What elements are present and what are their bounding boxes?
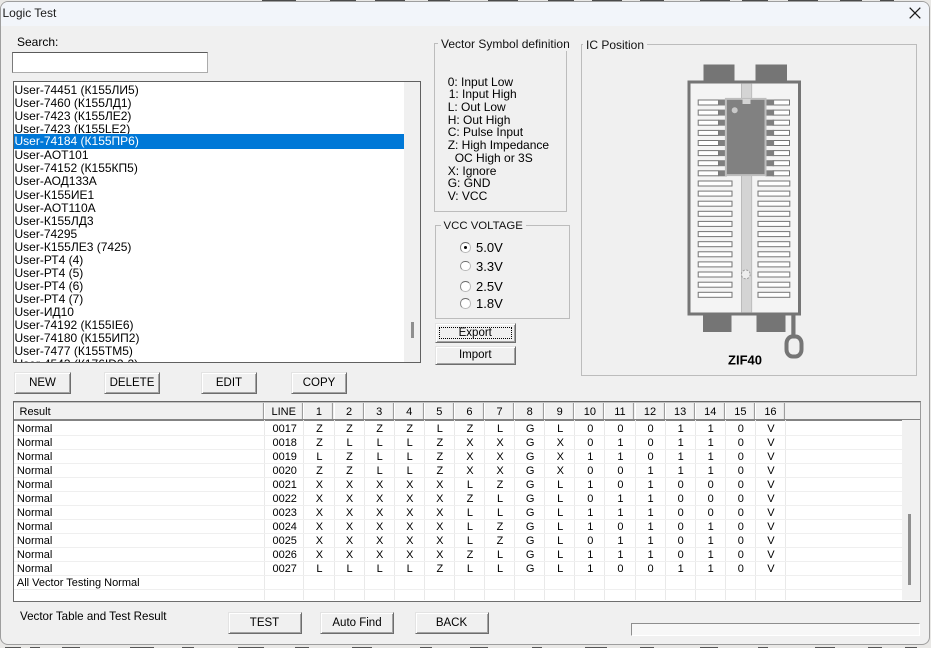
svg-text:ZIF40: ZIF40 bbox=[728, 353, 762, 368]
